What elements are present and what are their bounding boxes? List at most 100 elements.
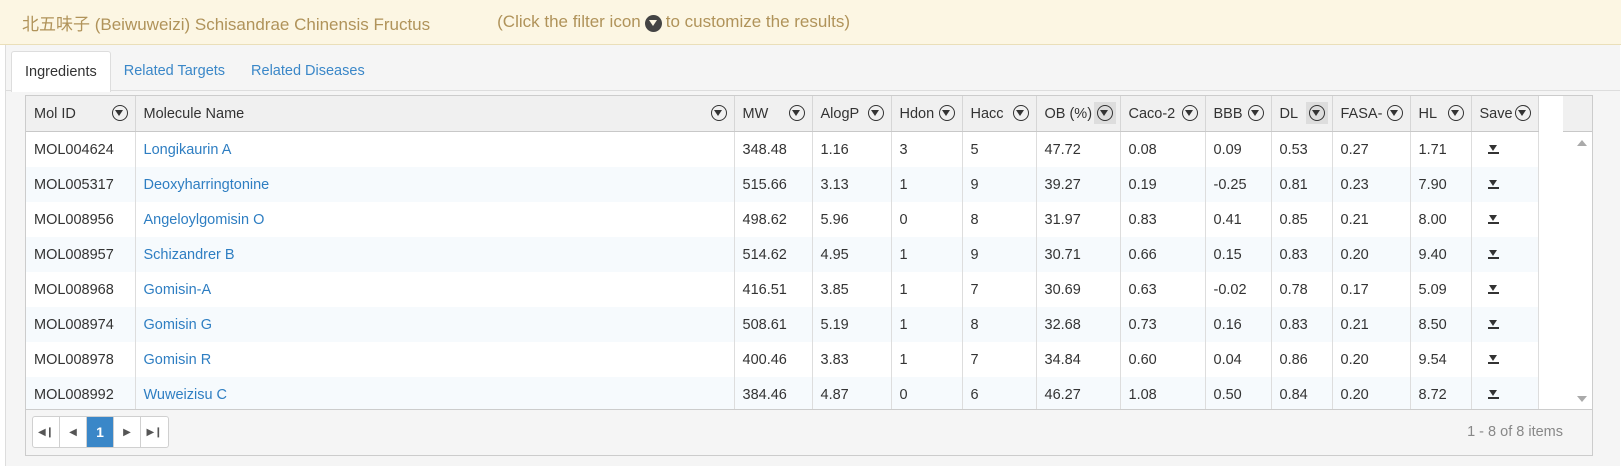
download-icon[interactable] — [1487, 389, 1499, 399]
table-cell: 0.83 — [1120, 202, 1206, 237]
table-cell: 3 — [891, 131, 963, 167]
column-header[interactable]: Mol ID — [26, 96, 136, 132]
column-filter-button[interactable] — [1445, 102, 1467, 124]
download-icon[interactable] — [1487, 354, 1499, 364]
column-header[interactable]: MW — [734, 96, 813, 132]
column-header-label: Save — [1479, 105, 1513, 122]
filter-icon — [1447, 105, 1464, 121]
molecule-name-link[interactable]: Longikaurin A — [135, 131, 735, 167]
column-header[interactable]: OB (%) — [1036, 96, 1121, 132]
column-filter-button[interactable] — [708, 102, 730, 124]
column-filter-button[interactable] — [1093, 102, 1116, 124]
column-header[interactable]: Save — [1471, 96, 1539, 132]
ingredients-grid: Mol ID Molecule Name MW AlogP Hdon Hacc OB (%)… — [25, 95, 1593, 456]
pager: ◀❙ ◀ 1 ▶ ▶❙ 1 - 8 of 8 items — [26, 409, 1592, 455]
table-cell: MOL008968 — [26, 272, 136, 307]
column-header[interactable]: Hdon — [891, 96, 963, 132]
table-cell: 3.83 — [812, 342, 892, 377]
table-cell: 0.63 — [1120, 272, 1206, 307]
column-header[interactable]: BBB — [1205, 96, 1272, 132]
table-row: MOL008974 Gomisin G 508.61 5.19 1 8 32.68 0.73 0… — [26, 307, 1539, 342]
column-header-label: Hdon — [899, 105, 935, 122]
download-icon[interactable] — [1487, 144, 1499, 154]
filter-icon — [1308, 105, 1325, 121]
download-icon[interactable] — [1487, 214, 1499, 224]
column-header[interactable]: Hacc — [962, 96, 1037, 132]
column-header[interactable]: Molecule Name — [135, 96, 735, 132]
current-page-button[interactable]: 1 — [87, 417, 114, 447]
download-icon[interactable] — [1487, 319, 1499, 329]
column-header[interactable]: DL — [1271, 96, 1333, 132]
table-cell: 1 — [891, 342, 963, 377]
filter-icon — [111, 105, 128, 121]
molecule-name-link[interactable]: Wuweizisu C — [135, 377, 735, 412]
table-cell: MOL005317 — [26, 167, 136, 202]
table-cell: 0.23 — [1332, 167, 1411, 202]
table-cell: 7 — [962, 342, 1037, 377]
table-cell: 30.71 — [1036, 237, 1121, 272]
column-filter-button[interactable] — [109, 102, 131, 124]
tab-panel: Ingredients Related Targets Related Dise… — [5, 45, 1620, 466]
column-header[interactable]: AlogP — [812, 96, 892, 132]
pager-info: 1 - 8 of 8 items — [1467, 424, 1563, 440]
column-filter-button[interactable] — [1010, 102, 1032, 124]
column-filter-button[interactable] — [936, 102, 958, 124]
column-header-label: Molecule Name — [143, 105, 245, 122]
table-cell: 0.73 — [1120, 307, 1206, 342]
download-icon[interactable] — [1487, 249, 1499, 259]
download-icon[interactable] — [1487, 284, 1499, 294]
column-filter-button[interactable] — [1179, 102, 1201, 124]
column-filter-button[interactable] — [1245, 102, 1267, 124]
filter-icon — [644, 14, 662, 32]
table-cell: 0.20 — [1332, 377, 1411, 412]
column-filter-button[interactable] — [865, 102, 887, 124]
molecule-name-link[interactable]: Gomisin G — [135, 307, 735, 342]
table-cell: MOL004624 — [26, 131, 136, 167]
table-row: MOL004624 Longikaurin A 348.48 1.16 3 5 47.72 0… — [26, 131, 1539, 167]
save-cell — [1471, 131, 1539, 167]
column-header[interactable]: Caco-2 — [1120, 96, 1206, 132]
column-header[interactable]: FASA- — [1332, 96, 1411, 132]
table-cell: 47.72 — [1036, 131, 1121, 167]
next-page-button[interactable]: ▶ — [114, 417, 141, 447]
filter-icon — [1096, 105, 1113, 121]
column-filter-button[interactable] — [786, 102, 808, 124]
table-cell: 0.20 — [1332, 237, 1411, 272]
molecule-name-link[interactable]: Gomisin R — [135, 342, 735, 377]
table-cell: 4.87 — [812, 377, 892, 412]
table-cell: MOL008956 — [26, 202, 136, 237]
download-icon[interactable] — [1487, 179, 1499, 189]
table-cell: 1 — [891, 237, 963, 272]
molecule-name-link[interactable]: Schizandrer B — [135, 237, 735, 272]
table-cell: 0.16 — [1205, 307, 1272, 342]
scroll-up-arrow[interactable] — [1577, 140, 1587, 146]
tab-related-targets[interactable]: Related Targets — [111, 51, 238, 91]
table-cell: 498.62 — [734, 202, 813, 237]
tab-related-diseases[interactable]: Related Diseases — [238, 51, 378, 91]
last-page-button[interactable]: ▶❙ — [141, 417, 168, 447]
tab-strip: Ingredients Related Targets Related Dise… — [11, 51, 378, 92]
table-cell: -0.02 — [1205, 272, 1272, 307]
table-cell: 7.90 — [1410, 167, 1472, 202]
first-page-button[interactable]: ◀❙ — [33, 417, 60, 447]
table-row: MOL008992 Wuweizisu C 384.46 4.87 0 6 46.27 1.0… — [26, 377, 1539, 412]
column-filter-button[interactable] — [1384, 102, 1406, 124]
table-cell: 39.27 — [1036, 167, 1121, 202]
filter-icon — [1012, 105, 1029, 121]
column-header-label: Mol ID — [34, 105, 76, 122]
column-header-label: Hacc — [970, 105, 1004, 122]
filter-icon — [710, 105, 727, 121]
molecule-name-link[interactable]: Gomisin-A — [135, 272, 735, 307]
prev-page-button[interactable]: ◀ — [60, 417, 87, 447]
column-filter-button[interactable] — [1512, 102, 1534, 124]
scroll-down-arrow[interactable] — [1577, 396, 1587, 402]
column-header[interactable]: HL — [1410, 96, 1472, 132]
tab-ingredients[interactable]: Ingredients — [11, 51, 111, 92]
column-filter-button[interactable] — [1305, 102, 1328, 124]
table-cell: 32.68 — [1036, 307, 1121, 342]
filter-hint-after: to customize the results) — [665, 12, 850, 31]
molecule-name-link[interactable]: Angeloylgomisin O — [135, 202, 735, 237]
molecule-name-link[interactable]: Deoxyharringtonine — [135, 167, 735, 202]
table-cell: 0.21 — [1332, 202, 1411, 237]
table-cell: 0.78 — [1271, 272, 1333, 307]
